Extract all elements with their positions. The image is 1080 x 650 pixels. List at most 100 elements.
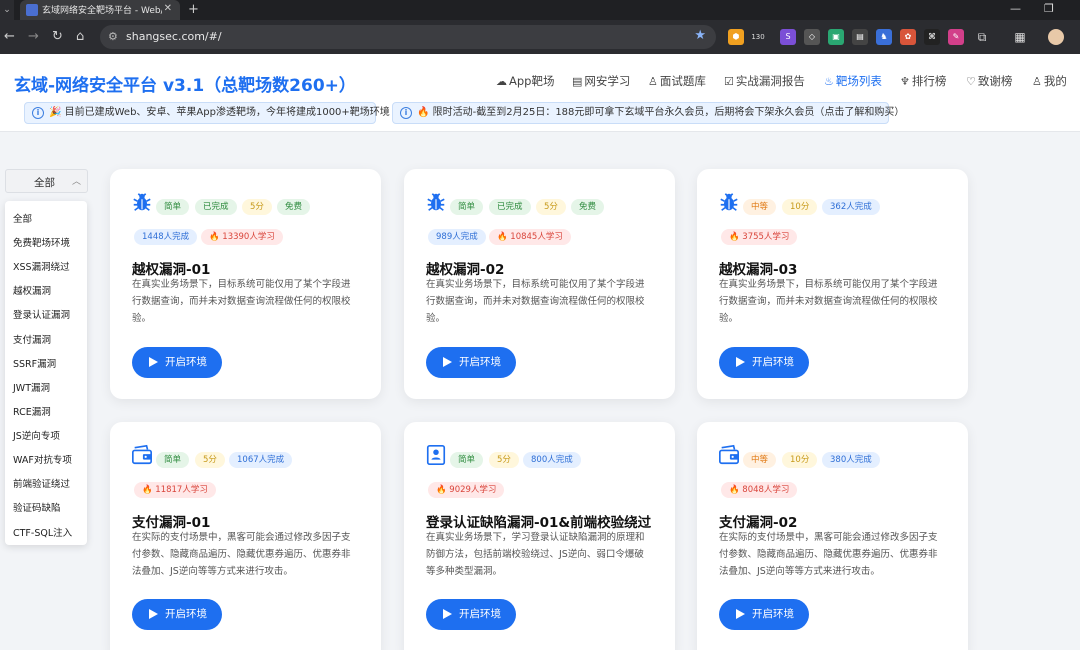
dropdown-option[interactable]: 支付漏洞 (13, 332, 51, 346)
wallet-icon (719, 444, 739, 465)
dropdown-option[interactable]: WAF对抗专项 (13, 452, 72, 466)
nav-thanks[interactable]: ♡ 致谢榜 (966, 73, 1012, 89)
start-environment-button[interactable]: 开启环境 (719, 347, 809, 378)
extension-icon[interactable]: ✎ (948, 29, 964, 45)
category-dropdown: 全部 免费靶场环境 XSS漏洞绕过 越权漏洞 登录认证漏洞 支付漏洞 SSRF漏… (5, 201, 87, 545)
range-card[interactable]: 简单 已完成 5分 免费 1448人完成 🔥 13390人学习 越权漏洞-01 … (110, 169, 381, 399)
extension-icon[interactable]: ▤ (852, 29, 868, 45)
learning-count-badge: 🔥 9029人学习 (428, 482, 505, 498)
minimize-icon[interactable]: — (1010, 2, 1021, 15)
extension-icon[interactable]: ⬢ (728, 29, 744, 45)
learning-count: 8048人学习 (742, 485, 790, 495)
dropdown-option[interactable]: 越权漏洞 (13, 283, 51, 297)
start-environment-button[interactable]: 开启环境 (132, 347, 222, 378)
card-description: 在真实业务场景下，目标系统可能仅用了某个字段进行数据查询，而并未对数据查询流程做… (426, 279, 645, 324)
free-badge: 免费 (277, 199, 311, 215)
forward-icon[interactable]: → (28, 29, 39, 44)
difficulty-badge: 简单 (450, 199, 484, 215)
nav-label: App靶场 (509, 74, 555, 88)
new-tab-icon[interactable]: + (188, 2, 199, 17)
dropdown-option[interactable]: 验证码缺陷 (13, 500, 61, 514)
dropdown-option[interactable]: CTF-SQL注入 (13, 525, 72, 539)
completed-count-badge: 800人完成 (523, 452, 581, 468)
range-card[interactable]: 简单 5分 800人完成 🔥 9029人学习 登录认证缺陷漏洞-01&前端校验绕… (404, 422, 675, 650)
dropdown-option[interactable]: RCE漏洞 (13, 404, 51, 418)
back-icon[interactable]: ← (4, 29, 15, 44)
range-card[interactable]: 简单 已完成 5分 免费 989人完成 🔥 10845人学习 越权漏洞-02 在… (404, 169, 675, 399)
card-title[interactable]: 支付漏洞-02 (719, 511, 797, 531)
close-tab-icon[interactable]: ✕ (164, 3, 172, 14)
dropdown-option[interactable]: JWT漏洞 (13, 380, 50, 394)
bookmark-star-icon[interactable]: ★ (694, 28, 706, 43)
nav-label: 靶场列表 (835, 74, 882, 88)
category-select[interactable]: 全部 ︿ (5, 169, 88, 193)
card-title[interactable]: 越权漏洞-03 (719, 258, 797, 278)
extension-badge[interactable]: 130 (750, 29, 766, 45)
extension-icon[interactable]: ♞ (876, 29, 892, 45)
site-title[interactable]: 玄域-网络安全平台 v3.1（总靶场数260+） (14, 71, 356, 96)
learning-count: 11817人学习 (155, 485, 208, 495)
info-icon: i (400, 107, 412, 119)
range-card[interactable]: 中等 10分 362人完成 🔥 3755人学习 越权漏洞-03 在真实业务场景下… (697, 169, 968, 399)
start-environment-button[interactable]: 开启环境 (132, 599, 222, 630)
extension-icon[interactable]: S (780, 29, 796, 45)
browser-tab[interactable]: 玄域网络安全靶场平台 - Web/App ✕ (20, 0, 180, 20)
start-environment-button[interactable]: 开启环境 (426, 347, 516, 378)
button-label: 开启环境 (165, 608, 207, 620)
difficulty-badge: 中等 (743, 452, 777, 468)
book-icon: ▤ (572, 75, 583, 88)
nav-vuln-reports[interactable]: ☑ 实战漏洞报告 (724, 73, 805, 89)
extension-icon[interactable]: ▣ (828, 29, 844, 45)
user-icon: ♙ (648, 75, 658, 88)
card-title[interactable]: 支付漏洞-01 (132, 511, 210, 531)
start-environment-button[interactable]: 开启环境 (719, 599, 809, 630)
dropdown-option[interactable]: SSRF漏洞 (13, 356, 56, 370)
notice-banner-promo[interactable]: i 🔥 限时活动-截至到2月25日：188元即可拿下玄域平台永久会员，后期将会下… (392, 102, 904, 124)
completed-count-badge: 1448人完成 (134, 229, 198, 245)
learning-count-badge: 🔥 13390人学习 (201, 229, 283, 245)
range-card[interactable]: 中等 10分 380人完成 🔥 8048人学习 支付漏洞-02 在实际的支付场景… (697, 422, 968, 650)
fire-icon: ♨ (824, 75, 834, 88)
url-text[interactable]: shangsec.com/#/ (126, 30, 222, 43)
dropdown-option[interactable]: JS逆向专项 (13, 428, 60, 442)
nav-label: 实战漏洞报告 (735, 74, 805, 88)
id-card-icon (426, 445, 446, 465)
qr-icon[interactable]: ▦ (1012, 29, 1028, 45)
reload-icon[interactable]: ↻ (52, 29, 63, 44)
nav-security-learning[interactable]: ▤ 网安学习 (572, 73, 630, 89)
completed-count-badge: 989人完成 (428, 229, 486, 245)
site-info-icon[interactable]: ⚙ (108, 30, 118, 43)
range-card[interactable]: 简单 5分 1067人完成 🔥 11817人学习 支付漏洞-01 在实际的支付场… (110, 422, 381, 650)
checkbox-icon: ☑ (724, 75, 734, 88)
tab-list-icon[interactable]: ⌄ (0, 0, 14, 20)
home-icon[interactable]: ⌂ (76, 29, 84, 44)
dropdown-option[interactable]: 全部 (13, 211, 32, 225)
card-description: 在真实业务场景下，目标系统可能仅用了某个字段进行数据查询，而并未对数据查询流程做… (719, 279, 938, 324)
extension-icon[interactable]: ⌘ (924, 29, 940, 45)
address-bar[interactable]: ⚙ shangsec.com/#/ ★ (100, 25, 716, 49)
notice-text: 🎉 目前已建成Web、安卓、苹果App渗透靶场，今年将建成1000+靶场环境 (49, 107, 390, 118)
card-title[interactable]: 越权漏洞-01 (132, 258, 210, 278)
nav-interview-questions[interactable]: ♙ 面试题库 (648, 73, 706, 89)
card-description: 在实际的支付场景中，黑客可能会通过修改多因子支付参数、隐藏商品遍历、隐藏优惠券遍… (719, 532, 938, 577)
card-title[interactable]: 越权漏洞-02 (426, 258, 504, 278)
nav-leaderboard[interactable]: ♆ 排行榜 (900, 73, 946, 89)
extensions-puzzle-icon[interactable]: ⧉ (974, 29, 990, 45)
dropdown-option[interactable]: 前端验证绕过 (13, 476, 70, 490)
start-environment-button[interactable]: 开启环境 (426, 599, 516, 630)
maximize-icon[interactable]: ❐ (1044, 2, 1054, 15)
profile-avatar[interactable] (1048, 29, 1064, 45)
card-title[interactable]: 登录认证缺陷漏洞-01&前端校验绕过 (426, 511, 651, 531)
user-icon: ♙ (1032, 75, 1042, 88)
extension-icon[interactable]: ◇ (804, 29, 820, 45)
extension-icon[interactable]: ✿ (900, 29, 916, 45)
wallet-icon (132, 444, 152, 465)
dropdown-option[interactable]: 免费靶场环境 (13, 235, 70, 249)
nav-range-list[interactable]: ♨ 靶场列表 (824, 73, 882, 89)
button-label: 开启环境 (459, 608, 501, 620)
notice-banner-build[interactable]: i 🎉 目前已建成Web、安卓、苹果App渗透靶场，今年将建成1000+靶场环境 (24, 102, 390, 124)
dropdown-option[interactable]: XSS漏洞绕过 (13, 259, 70, 273)
nav-mine[interactable]: ♙ 我的 (1032, 73, 1067, 89)
dropdown-option[interactable]: 登录认证漏洞 (13, 307, 70, 321)
nav-app-range[interactable]: ☁ App靶场 (496, 73, 554, 89)
